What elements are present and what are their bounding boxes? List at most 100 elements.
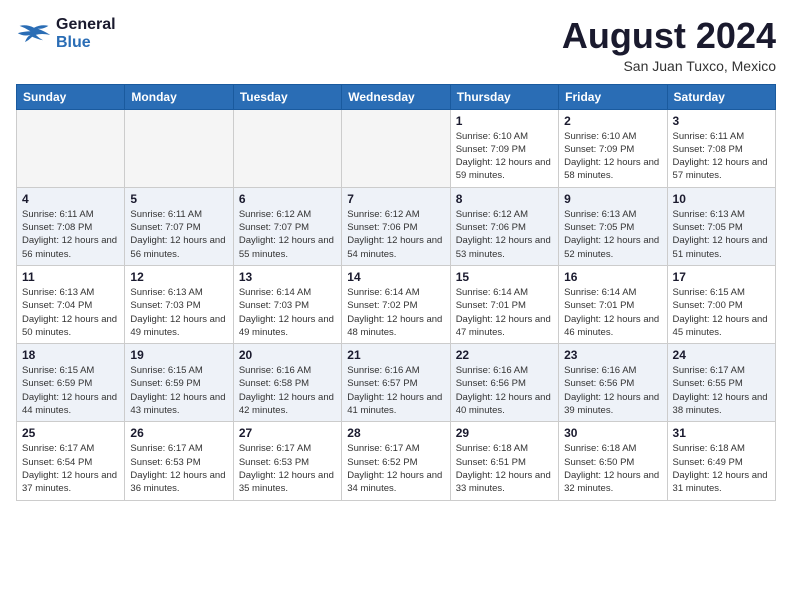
calendar-cell: 24 Sunrise: 6:17 AMSunset: 6:55 PMDayligh… [667, 344, 775, 422]
calendar-cell: 18 Sunrise: 6:15 AMSunset: 6:59 PMDayligh… [17, 344, 125, 422]
weekday-header-sunday: Sunday [17, 84, 125, 109]
weekday-header-friday: Friday [559, 84, 667, 109]
day-info: Sunrise: 6:13 AMSunset: 7:03 PMDaylight:… [130, 286, 227, 339]
day-info: Sunrise: 6:14 AMSunset: 7:01 PMDaylight:… [456, 286, 553, 339]
day-number: 14 [347, 270, 444, 284]
day-info: Sunrise: 6:17 AMSunset: 6:52 PMDaylight:… [347, 442, 444, 495]
day-info: Sunrise: 6:14 AMSunset: 7:01 PMDaylight:… [564, 286, 661, 339]
day-number: 17 [673, 270, 770, 284]
weekday-header-saturday: Saturday [667, 84, 775, 109]
calendar-cell: 26 Sunrise: 6:17 AMSunset: 6:53 PMDayligh… [125, 422, 233, 500]
day-info: Sunrise: 6:15 AMSunset: 6:59 PMDaylight:… [22, 364, 119, 417]
day-number: 2 [564, 114, 661, 128]
day-number: 3 [673, 114, 770, 128]
day-number: 4 [22, 192, 119, 206]
calendar-cell: 6 Sunrise: 6:12 AMSunset: 7:07 PMDaylight… [233, 187, 341, 265]
calendar-cell [233, 109, 341, 187]
day-number: 16 [564, 270, 661, 284]
day-info: Sunrise: 6:13 AMSunset: 7:05 PMDaylight:… [564, 208, 661, 261]
calendar-cell: 15 Sunrise: 6:14 AMSunset: 7:01 PMDayligh… [450, 265, 558, 343]
day-number: 26 [130, 426, 227, 440]
day-info: Sunrise: 6:14 AMSunset: 7:03 PMDaylight:… [239, 286, 336, 339]
calendar-cell: 14 Sunrise: 6:14 AMSunset: 7:02 PMDayligh… [342, 265, 450, 343]
calendar-cell [125, 109, 233, 187]
calendar-cell: 1 Sunrise: 6:10 AMSunset: 7:09 PMDaylight… [450, 109, 558, 187]
day-info: Sunrise: 6:17 AMSunset: 6:53 PMDaylight:… [130, 442, 227, 495]
day-info: Sunrise: 6:12 AMSunset: 7:06 PMDaylight:… [347, 208, 444, 261]
logo-blue: Blue [56, 34, 116, 52]
day-number: 6 [239, 192, 336, 206]
location-subtitle: San Juan Tuxco, Mexico [562, 58, 776, 74]
day-number: 10 [673, 192, 770, 206]
calendar-cell: 23 Sunrise: 6:16 AMSunset: 6:56 PMDayligh… [559, 344, 667, 422]
day-number: 19 [130, 348, 227, 362]
weekday-header-row: SundayMondayTuesdayWednesdayThursdayFrid… [17, 84, 776, 109]
calendar-cell: 4 Sunrise: 6:11 AMSunset: 7:08 PMDaylight… [17, 187, 125, 265]
calendar-week-row: 4 Sunrise: 6:11 AMSunset: 7:08 PMDaylight… [17, 187, 776, 265]
calendar-cell [17, 109, 125, 187]
day-info: Sunrise: 6:11 AMSunset: 7:08 PMDaylight:… [22, 208, 119, 261]
day-number: 30 [564, 426, 661, 440]
day-info: Sunrise: 6:13 AMSunset: 7:05 PMDaylight:… [673, 208, 770, 261]
day-number: 25 [22, 426, 119, 440]
day-info: Sunrise: 6:10 AMSunset: 7:09 PMDaylight:… [564, 130, 661, 183]
calendar-cell: 2 Sunrise: 6:10 AMSunset: 7:09 PMDaylight… [559, 109, 667, 187]
calendar-week-row: 11 Sunrise: 6:13 AMSunset: 7:04 PMDayligh… [17, 265, 776, 343]
day-info: Sunrise: 6:18 AMSunset: 6:51 PMDaylight:… [456, 442, 553, 495]
day-info: Sunrise: 6:12 AMSunset: 7:06 PMDaylight:… [456, 208, 553, 261]
day-info: Sunrise: 6:13 AMSunset: 7:04 PMDaylight:… [22, 286, 119, 339]
weekday-header-monday: Monday [125, 84, 233, 109]
day-number: 18 [22, 348, 119, 362]
day-info: Sunrise: 6:10 AMSunset: 7:09 PMDaylight:… [456, 130, 553, 183]
day-info: Sunrise: 6:14 AMSunset: 7:02 PMDaylight:… [347, 286, 444, 339]
weekday-header-tuesday: Tuesday [233, 84, 341, 109]
day-number: 28 [347, 426, 444, 440]
day-number: 13 [239, 270, 336, 284]
calendar-table: SundayMondayTuesdayWednesdayThursdayFrid… [16, 84, 776, 501]
calendar-cell: 7 Sunrise: 6:12 AMSunset: 7:06 PMDaylight… [342, 187, 450, 265]
day-info: Sunrise: 6:16 AMSunset: 6:57 PMDaylight:… [347, 364, 444, 417]
day-number: 7 [347, 192, 444, 206]
calendar-cell: 31Sunrise: 6:18 AMSunset: 6:49 PMDayligh… [667, 422, 775, 500]
logo-general: General [56, 16, 116, 34]
day-number: 22 [456, 348, 553, 362]
logo-bird-icon [16, 24, 52, 44]
calendar-cell: 8Sunrise: 6:12 AMSunset: 7:06 PMDaylight… [450, 187, 558, 265]
day-number: 15 [456, 270, 553, 284]
calendar-cell: 30 Sunrise: 6:18 AMSunset: 6:50 PMDayligh… [559, 422, 667, 500]
day-number: 11 [22, 270, 119, 284]
calendar-cell: 5Sunrise: 6:11 AMSunset: 7:07 PMDaylight… [125, 187, 233, 265]
calendar-cell: 10 Sunrise: 6:13 AMSunset: 7:05 PMDayligh… [667, 187, 775, 265]
calendar-cell: 29Sunrise: 6:18 AMSunset: 6:51 PMDayligh… [450, 422, 558, 500]
day-number: 5 [130, 192, 227, 206]
day-number: 24 [673, 348, 770, 362]
day-info: Sunrise: 6:15 AMSunset: 7:00 PMDaylight:… [673, 286, 770, 339]
day-info: Sunrise: 6:18 AMSunset: 6:50 PMDaylight:… [564, 442, 661, 495]
day-number: 12 [130, 270, 227, 284]
calendar-cell: 22Sunrise: 6:16 AMSunset: 6:56 PMDayligh… [450, 344, 558, 422]
day-number: 20 [239, 348, 336, 362]
month-year-title: August 2024 [562, 16, 776, 56]
calendar-week-row: 18 Sunrise: 6:15 AMSunset: 6:59 PMDayligh… [17, 344, 776, 422]
day-info: Sunrise: 6:17 AMSunset: 6:53 PMDaylight:… [239, 442, 336, 495]
day-info: Sunrise: 6:16 AMSunset: 6:58 PMDaylight:… [239, 364, 336, 417]
calendar-cell: 9 Sunrise: 6:13 AMSunset: 7:05 PMDaylight… [559, 187, 667, 265]
day-info: Sunrise: 6:16 AMSunset: 6:56 PMDaylight:… [564, 364, 661, 417]
calendar-week-row: 25 Sunrise: 6:17 AMSunset: 6:54 PMDayligh… [17, 422, 776, 500]
weekday-header-wednesday: Wednesday [342, 84, 450, 109]
day-number: 9 [564, 192, 661, 206]
day-info: Sunrise: 6:12 AMSunset: 7:07 PMDaylight:… [239, 208, 336, 261]
day-info: Sunrise: 6:11 AMSunset: 7:08 PMDaylight:… [673, 130, 770, 183]
logo: General Blue [16, 16, 116, 51]
calendar-cell: 3 Sunrise: 6:11 AMSunset: 7:08 PMDaylight… [667, 109, 775, 187]
day-number: 1 [456, 114, 553, 128]
calendar-cell [342, 109, 450, 187]
calendar-week-row: 1 Sunrise: 6:10 AMSunset: 7:09 PMDaylight… [17, 109, 776, 187]
day-number: 23 [564, 348, 661, 362]
day-info: Sunrise: 6:17 AMSunset: 6:55 PMDaylight:… [673, 364, 770, 417]
day-info: Sunrise: 6:17 AMSunset: 6:54 PMDaylight:… [22, 442, 119, 495]
day-number: 21 [347, 348, 444, 362]
calendar-cell: 16 Sunrise: 6:14 AMSunset: 7:01 PMDayligh… [559, 265, 667, 343]
calendar-cell: 20 Sunrise: 6:16 AMSunset: 6:58 PMDayligh… [233, 344, 341, 422]
calendar-cell: 13 Sunrise: 6:14 AMSunset: 7:03 PMDayligh… [233, 265, 341, 343]
